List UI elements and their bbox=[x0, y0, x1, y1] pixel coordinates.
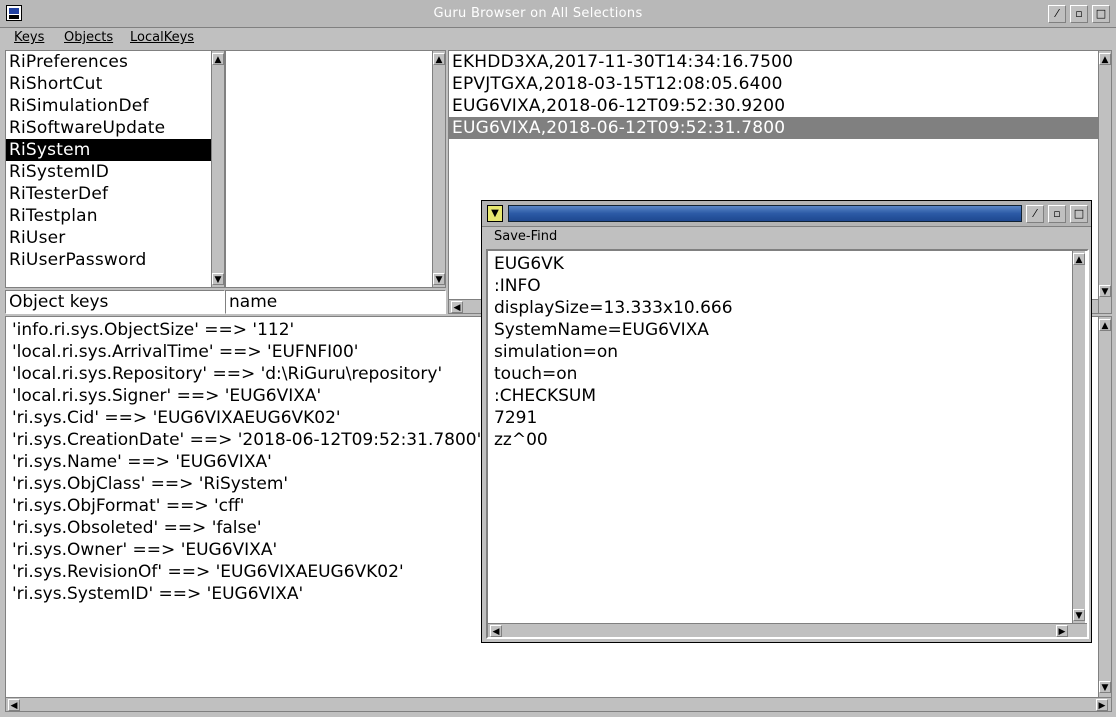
popup-hscrollbar[interactable]: ◀ ▶ bbox=[488, 623, 1087, 637]
minimize-button[interactable]: ▫ bbox=[1070, 5, 1088, 23]
popup-text-area[interactable]: EUG6VK:INFO displaySize=13.333x10.666 Syst… bbox=[486, 249, 1089, 639]
menu-save-find[interactable]: Save-Find bbox=[494, 227, 557, 247]
popup-text-line[interactable]: zz^00 bbox=[494, 429, 548, 451]
popup-title-bar[interactable]: ▼ ⁄ ▫ □ bbox=[482, 201, 1091, 227]
object-list-item[interactable]: EUG6VIXA,2018-06-12T09:52:31.7800 bbox=[449, 117, 1111, 139]
pencil-icon[interactable]: ⁄ bbox=[1026, 205, 1044, 223]
scroll-left-icon[interactable]: ◀ bbox=[451, 301, 463, 313]
scroll-down-icon[interactable]: ▼ bbox=[433, 273, 445, 285]
scroll-up-icon[interactable]: ▲ bbox=[1099, 53, 1111, 65]
popup-text-line[interactable]: 7291 bbox=[494, 407, 537, 429]
maximize-button[interactable]: □ bbox=[1070, 205, 1088, 223]
popup-window[interactable]: ▼ ⁄ ▫ □ Save-Find EUG6VK:INFO displaySize… bbox=[481, 200, 1092, 643]
property-line[interactable]: 'local.ri.sys.Signer' ==> 'EUG6VIXA' bbox=[12, 385, 321, 407]
popup-title-gradient[interactable] bbox=[508, 205, 1022, 222]
popup-text-line[interactable]: simulation=on bbox=[494, 341, 618, 363]
class-list-item[interactable]: RiSystem bbox=[6, 139, 224, 161]
class-list-item[interactable]: RiSoftwareUpdate bbox=[6, 117, 224, 139]
popup-text-line[interactable]: touch=on bbox=[494, 363, 577, 385]
property-line[interactable]: 'ri.sys.RevisionOf' ==> 'EUG6VIXAEUG6VK0… bbox=[12, 561, 404, 583]
property-line[interactable]: 'local.ri.sys.ArrivalTime' ==> 'EUFNFI00… bbox=[12, 341, 358, 363]
popup-text-line[interactable]: EUG6VK bbox=[494, 253, 564, 275]
class-list-item[interactable]: RiShortCut bbox=[6, 73, 224, 95]
property-line[interactable]: 'ri.sys.ObjFormat' ==> 'cff' bbox=[12, 495, 244, 517]
menu-keys[interactable]: Keys bbox=[14, 28, 44, 48]
property-line[interactable]: 'info.ri.sys.ObjectSize' ==> '112' bbox=[12, 319, 294, 341]
scroll-left-icon[interactable]: ◀ bbox=[8, 699, 20, 711]
class-list[interactable]: RiPreferences RiShortCut RiSimulationDef Ri… bbox=[5, 50, 225, 288]
menu-objects[interactable]: Objects bbox=[64, 28, 113, 48]
object-list-item[interactable]: EPVJTGXA,2018-03-15T12:08:05.6400 bbox=[449, 73, 1111, 95]
name-header: name bbox=[225, 290, 446, 314]
property-line[interactable]: 'local.ri.sys.Repository' ==> 'd:\RiGuru… bbox=[12, 363, 442, 385]
popup-text-line[interactable]: :CHECKSUM bbox=[494, 385, 596, 407]
object-list-scrollbar[interactable]: ▲ ▼ bbox=[1098, 51, 1111, 313]
scroll-down-icon[interactable]: ▼ bbox=[1099, 285, 1111, 297]
property-line[interactable]: 'ri.sys.Name' ==> 'EUG6VIXA' bbox=[12, 451, 272, 473]
key-list-scrollbar[interactable]: ▲ ▼ bbox=[432, 51, 445, 287]
title-bar[interactable]: Guru Browser on All Selections ⁄ ▫ □ bbox=[0, 0, 1116, 28]
class-list-item[interactable]: RiPreferences bbox=[6, 51, 224, 73]
property-line[interactable]: 'ri.sys.Owner' ==> 'EUG6VIXA' bbox=[12, 539, 277, 561]
scroll-up-icon[interactable]: ▲ bbox=[1099, 319, 1111, 331]
popup-menu-bar: Save-Find bbox=[482, 227, 1091, 247]
popup-text-line[interactable]: :INFO bbox=[494, 275, 541, 297]
menu-bar: Keys Objects LocalKeys bbox=[0, 28, 1116, 48]
property-line[interactable]: 'ri.sys.SystemID' ==> 'EUG6VIXA' bbox=[12, 583, 303, 605]
property-line[interactable]: 'ri.sys.ObjClass' ==> 'RiSystem' bbox=[12, 473, 288, 495]
property-line[interactable]: 'ri.sys.Cid' ==> 'EUG6VIXAEUG6VK02' bbox=[12, 407, 341, 429]
popup-text-line[interactable]: displaySize=13.333x10.666 bbox=[494, 297, 733, 319]
object-keys-header: Object keys bbox=[5, 290, 225, 314]
class-list-item[interactable]: RiUser bbox=[6, 227, 224, 249]
menu-localkeys[interactable]: LocalKeys bbox=[130, 28, 194, 48]
properties-hscrollbar[interactable]: ◀ ▶ bbox=[6, 697, 1111, 711]
note-icon[interactable]: ▼ bbox=[487, 205, 503, 222]
pencil-icon[interactable]: ⁄ bbox=[1048, 5, 1066, 23]
properties-scrollbar[interactable]: ▲ ▼ bbox=[1098, 317, 1111, 697]
class-list-item[interactable]: RiTesterDef bbox=[6, 183, 224, 205]
key-list[interactable]: ▲ ▼ bbox=[225, 50, 446, 288]
scroll-left-icon[interactable]: ◀ bbox=[490, 625, 502, 637]
popup-text-line[interactable]: SystemName=EUG6VIXA bbox=[494, 319, 709, 341]
minimize-button[interactable]: ▫ bbox=[1048, 205, 1066, 223]
popup-scrollbar[interactable]: ▲ ▼ bbox=[1072, 251, 1085, 623]
scroll-up-icon[interactable]: ▲ bbox=[1073, 253, 1085, 265]
class-list-item[interactable]: RiSimulationDef bbox=[6, 95, 224, 117]
scroll-right-icon[interactable]: ▶ bbox=[1056, 625, 1068, 637]
window-title: Guru Browser on All Selections bbox=[433, 6, 643, 21]
class-list-scrollbar[interactable]: ▲ ▼ bbox=[211, 51, 224, 287]
scroll-up-icon[interactable]: ▲ bbox=[212, 53, 224, 65]
object-list-item[interactable]: EKHDD3XA,2017-11-30T14:34:16.7500 bbox=[449, 51, 1111, 73]
scroll-down-icon[interactable]: ▼ bbox=[212, 273, 224, 285]
class-list-item[interactable]: RiUserPassword bbox=[6, 249, 224, 271]
maximize-button[interactable]: □ bbox=[1092, 5, 1110, 23]
property-line[interactable]: 'ri.sys.CreationDate' ==> '2018-06-12T09… bbox=[12, 429, 481, 451]
class-list-item[interactable]: RiSystemID bbox=[6, 161, 224, 183]
scroll-up-icon[interactable]: ▲ bbox=[433, 53, 445, 65]
class-list-item[interactable]: RiTestplan bbox=[6, 205, 224, 227]
scroll-down-icon[interactable]: ▼ bbox=[1099, 681, 1111, 693]
scroll-down-icon[interactable]: ▼ bbox=[1073, 609, 1085, 621]
property-line[interactable]: 'ri.sys.Obsoleted' ==> 'false' bbox=[12, 517, 262, 539]
object-list-item[interactable]: EUG6VIXA,2018-06-12T09:52:30.9200 bbox=[449, 95, 1111, 117]
scroll-right-icon[interactable]: ▶ bbox=[1096, 699, 1108, 711]
